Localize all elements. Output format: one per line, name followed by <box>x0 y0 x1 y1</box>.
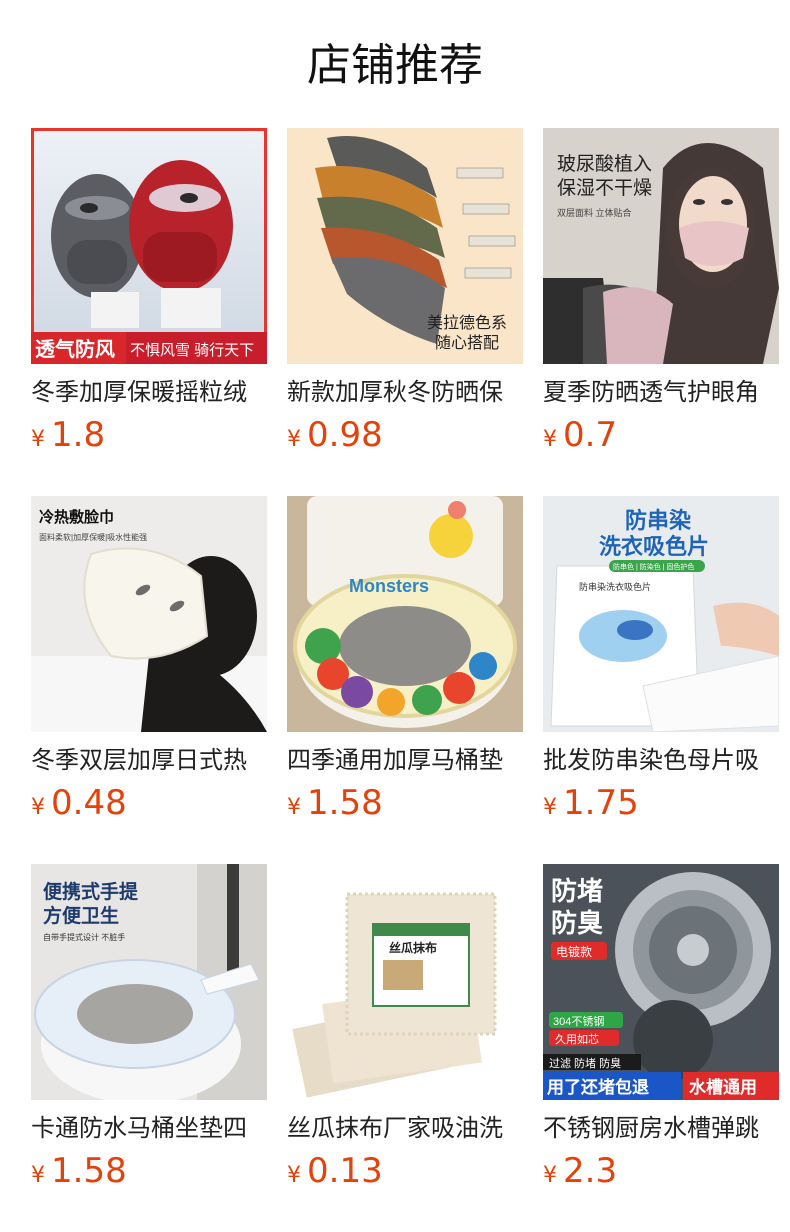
product-card-1[interactable]: 透气防风 不惧风雪 骑行天下 冬季加厚保暖摇粒绒 ¥1.8 <box>31 128 267 460</box>
svg-text:防臭: 防臭 <box>551 908 603 938</box>
product-price: ¥1.75 <box>543 783 639 823</box>
product-price: ¥0.98 <box>287 415 383 455</box>
product-name[interactable]: 不锈钢厨房水槽弹跳 <box>543 1110 779 1150</box>
svg-text:不惧风雪 骑行天下: 不惧风雪 骑行天下 <box>130 342 254 359</box>
product-card-8[interactable]: 丝瓜抹布 丝瓜抹布厂家吸油洗 ¥0.13 <box>287 864 523 1196</box>
svg-text:透气防风: 透气防风 <box>35 337 115 361</box>
svg-text:冷热敷脸巾: 冷热敷脸巾 <box>39 508 114 526</box>
product-price: ¥1.58 <box>287 783 383 823</box>
price-amount: 1.8 <box>51 415 106 455</box>
product-card-6[interactable]: 防串染 洗衣吸色片 防串色 | 防染色 | 固色护色 防串染洗衣吸色片 批发防串… <box>543 496 779 828</box>
disposable-toilet-pad-icon[interactable]: 便携式手提 方便卫生 自带手提式设计 不脏手 <box>31 864 267 1100</box>
product-name[interactable]: 批发防串染色母片吸 <box>543 742 779 782</box>
product-name[interactable]: 新款加厚秋冬防晒保 <box>287 374 523 414</box>
svg-text:久用如芯: 久用如芯 <box>555 1032 599 1046</box>
svg-text:美拉德色系: 美拉德色系 <box>427 314 507 332</box>
svg-text:面料柔软|加厚保暖|吸水性能强: 面料柔软|加厚保暖|吸水性能强 <box>39 532 147 542</box>
svg-text:丝瓜抹布: 丝瓜抹布 <box>389 940 437 955</box>
toilet-seat-cushion-icon[interactable]: Monsters <box>287 496 523 732</box>
svg-text:304不锈钢: 304不锈钢 <box>553 1015 604 1028</box>
svg-text:玻尿酸植入: 玻尿酸植入 <box>557 153 652 175</box>
price-amount: 1.58 <box>307 783 383 823</box>
currency-symbol: ¥ <box>287 427 301 452</box>
svg-text:防串色 | 防染色 | 固色护色: 防串色 | 防染色 | 固色护色 <box>613 562 694 571</box>
product-name[interactable]: 冬季双层加厚日式热 <box>31 742 267 782</box>
svg-text:过滤 防堵 防臭: 过滤 防堵 防臭 <box>549 1056 621 1070</box>
price-amount: 2.3 <box>563 1151 618 1191</box>
price-amount: 0.48 <box>51 783 127 823</box>
product-name[interactable]: 丝瓜抹布厂家吸油洗 <box>287 1110 523 1150</box>
svg-text:自带手提式设计 不脏手: 自带手提式设计 不脏手 <box>43 932 125 942</box>
color-catcher-sheet-icon[interactable]: 防串染 洗衣吸色片 防串色 | 防染色 | 固色护色 防串染洗衣吸色片 <box>543 496 779 732</box>
product-price: ¥0.13 <box>287 1151 383 1191</box>
product-price: ¥0.48 <box>31 783 127 823</box>
currency-symbol: ¥ <box>543 795 557 820</box>
product-card-3[interactable]: 玻尿酸植入 保湿不干燥 双层面料 立体贴合 夏季防晒透气护眼角 ¥0.7 <box>543 128 779 460</box>
product-price: ¥0.7 <box>543 415 617 455</box>
svg-text:电镀款: 电镀款 <box>556 945 592 959</box>
face-mask-thermal-icon[interactable]: 透气防风 不惧风雪 骑行天下 <box>31 128 267 364</box>
product-grid: 透气防风 不惧风雪 骑行天下 冬季加厚保暖摇粒绒 ¥1.8 美拉德色系 随心搭配… <box>0 0 790 1232</box>
currency-symbol: ¥ <box>543 1163 557 1188</box>
product-card-4[interactable]: 冷热敷脸巾 面料柔软|加厚保暖|吸水性能强 冬季双层加厚日式热 ¥0.48 <box>31 496 267 828</box>
svg-text:随心搭配: 随心搭配 <box>435 334 499 352</box>
product-card-9[interactable]: 防堵 防臭 电镀款 304不锈钢 久用如芯 过滤 防堵 防臭 用了还堵包退 水槽… <box>543 864 779 1196</box>
product-name[interactable]: 卡通防水马桶坐垫四 <box>31 1110 267 1150</box>
product-price: ¥1.8 <box>31 415 105 455</box>
product-name[interactable]: 冬季加厚保暖摇粒绒 <box>31 374 267 414</box>
svg-text:方便卫生: 方便卫生 <box>43 904 119 927</box>
loofah-cloth-icon[interactable]: 丝瓜抹布 <box>287 864 523 1100</box>
product-price: ¥2.3 <box>543 1151 617 1191</box>
face-towel-icon[interactable]: 冷热敷脸巾 面料柔软|加厚保暖|吸水性能强 <box>31 496 267 732</box>
svg-text:防串染洗衣吸色片: 防串染洗衣吸色片 <box>579 581 651 592</box>
svg-text:便携式手提: 便携式手提 <box>43 880 139 903</box>
svg-text:防堵: 防堵 <box>551 876 603 906</box>
product-name[interactable]: 四季通用加厚马桶垫 <box>287 742 523 782</box>
svg-text:防串染: 防串染 <box>625 508 691 533</box>
price-amount: 0.98 <box>307 415 383 455</box>
price-amount: 1.58 <box>51 1151 127 1191</box>
svg-text:水槽通用: 水槽通用 <box>689 1077 757 1097</box>
svg-text:保湿不干燥: 保湿不干燥 <box>557 177 652 199</box>
price-amount: 1.75 <box>563 783 639 823</box>
currency-symbol: ¥ <box>543 427 557 452</box>
product-card-7[interactable]: 便携式手提 方便卫生 自带手提式设计 不脏手 卡通防水马桶坐垫四 ¥1.58 <box>31 864 267 1196</box>
currency-symbol: ¥ <box>31 427 45 452</box>
currency-symbol: ¥ <box>31 795 45 820</box>
currency-symbol: ¥ <box>287 1163 301 1188</box>
currency-symbol: ¥ <box>287 795 301 820</box>
price-amount: 0.13 <box>307 1151 383 1191</box>
product-card-2[interactable]: 美拉德色系 随心搭配 新款加厚秋冬防晒保 ¥0.98 <box>287 128 523 460</box>
svg-text:Monsters: Monsters <box>349 576 429 596</box>
svg-text:用了还堵包退: 用了还堵包退 <box>547 1077 649 1097</box>
face-mask-stack-icon[interactable]: 美拉德色系 随心搭配 <box>287 128 523 364</box>
price-amount: 0.7 <box>563 415 618 455</box>
face-mask-pink-icon[interactable]: 玻尿酸植入 保湿不干燥 双层面料 立体贴合 <box>543 128 779 364</box>
svg-text:双层面料 立体贴合: 双层面料 立体贴合 <box>557 207 632 218</box>
svg-text:洗衣吸色片: 洗衣吸色片 <box>599 534 709 559</box>
product-card-5[interactable]: Monsters 四季通用加厚马桶垫 ¥1.58 <box>287 496 523 828</box>
product-price: ¥1.58 <box>31 1151 127 1191</box>
sink-strainer-icon[interactable]: 防堵 防臭 电镀款 304不锈钢 久用如芯 过滤 防堵 防臭 用了还堵包退 水槽… <box>543 864 779 1100</box>
product-name[interactable]: 夏季防晒透气护眼角 <box>543 374 779 414</box>
currency-symbol: ¥ <box>31 1163 45 1188</box>
